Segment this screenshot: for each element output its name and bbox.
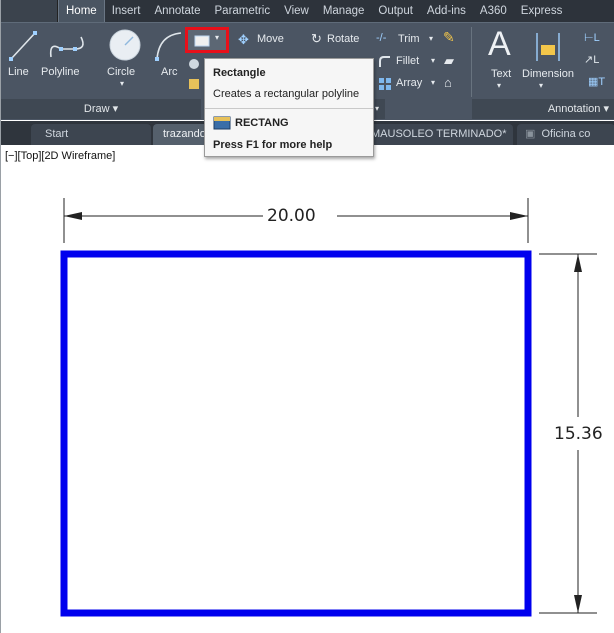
autocad-window: Home Insert Annotate Parametric View Man… [0, 0, 614, 633]
height-arrow-bottom [574, 595, 582, 613]
tooltip-title: Rectangle [213, 67, 266, 79]
annotation-panel-label[interactable]: Annotation ▾ [548, 103, 609, 115]
text-icon[interactable]: A [488, 25, 511, 64]
quick-access-area [1, 0, 58, 22]
drawing-canvas[interactable]: [−][Top][2D Wireframe] 20.00 15.36 [1, 145, 614, 633]
tab-parametric[interactable]: Parametric [208, 0, 278, 22]
leader-icon[interactable]: ↗L [584, 53, 599, 66]
rectangle-button[interactable]: ▾ [185, 27, 229, 53]
draw-panel-label[interactable]: Draw ▾ [84, 103, 118, 115]
circle-dropdown-chevron-icon[interactable]: ▾ [120, 79, 124, 88]
tooltip-command-name: RECTANG [235, 117, 289, 129]
tooltip-description: Creates a rectangular polyline [213, 88, 360, 100]
array-icon[interactable] [378, 77, 392, 91]
dimension-dropdown-chevron-icon[interactable]: ▾ [539, 81, 543, 90]
tab-annotate[interactable]: Annotate [147, 0, 207, 22]
width-arrow-left [64, 212, 82, 220]
rectangle-dropdown-chevron-icon[interactable]: ▾ [215, 33, 219, 42]
tab-add-ins[interactable]: Add-ins [420, 0, 473, 22]
text-button-label[interactable]: Text [491, 68, 511, 80]
dimension-icon[interactable] [533, 31, 563, 65]
offset-icon[interactable]: ⌂ [444, 75, 452, 90]
polyline-button-label[interactable]: Polyline [41, 66, 80, 78]
fillet-dropdown-chevron-icon[interactable]: ▾ [431, 56, 435, 65]
trazando-tab-label[interactable]: trazando [163, 128, 206, 140]
explode-icon[interactable]: ▰ [444, 53, 454, 69]
dimension-button-label[interactable]: Dimension [522, 68, 574, 80]
tab-home[interactable]: Home [58, 0, 105, 22]
circle-button-label[interactable]: Circle [107, 66, 135, 78]
modify-panel-chevron-icon[interactable]: ▾ [375, 99, 385, 119]
tooltip-divider [205, 108, 373, 109]
line-button-label[interactable]: Line [8, 66, 29, 78]
width-arrow-right [510, 212, 528, 220]
tab-insert[interactable]: Insert [105, 0, 148, 22]
erase-icon[interactable]: ✎ [443, 29, 455, 46]
tab-manage[interactable]: Manage [316, 0, 372, 22]
table-annotation-icon[interactable]: ▦T [588, 75, 605, 88]
line-icon[interactable] [7, 29, 39, 63]
panel-divider [471, 27, 472, 97]
command-icon [213, 116, 231, 130]
annotation-panel-title[interactable]: Annotation ▾ [472, 99, 614, 119]
lock-icon: ▣ [525, 128, 536, 140]
rotate-icon[interactable]: ↻ [311, 31, 322, 47]
table-icon[interactable] [187, 77, 201, 91]
hatch-icon[interactable] [187, 57, 201, 71]
oficina-tab-label[interactable]: Oficina co [541, 128, 590, 140]
fillet-icon[interactable] [378, 55, 392, 69]
tab-oficina[interactable]: ▣ Oficina co [517, 124, 614, 145]
text-dropdown-chevron-icon[interactable]: ▾ [497, 81, 501, 90]
arc-button-label[interactable]: Arc [161, 66, 178, 78]
linear-dimension-icon[interactable]: ⊢L [584, 31, 600, 44]
arc-icon[interactable] [153, 29, 183, 63]
start-tab-label[interactable]: Start [45, 128, 68, 140]
tab-a360[interactable]: A360 [473, 0, 514, 22]
rectangle-icon[interactable] [194, 34, 214, 48]
array-dropdown-chevron-icon[interactable]: ▾ [431, 78, 435, 87]
rectangle-tooltip: Rectangle Creates a rectangular polyline… [204, 58, 374, 157]
array-button-label[interactable]: Array [396, 77, 422, 89]
polyline-icon[interactable] [47, 31, 91, 63]
height-dimension-text: 15.36 [554, 424, 603, 444]
move-icon[interactable]: ✥ [238, 32, 249, 48]
width-dimension-text: 20.00 [267, 206, 316, 226]
circle-icon[interactable] [107, 27, 143, 63]
ribbon-tab-bar: Home Insert Annotate Parametric View Man… [1, 0, 614, 22]
tab-view[interactable]: View [277, 0, 316, 22]
drawn-rectangle [60, 250, 532, 617]
draw-panel-title[interactable]: Draw ▾ [1, 99, 201, 119]
trim-button-label[interactable]: Trim [398, 33, 420, 45]
mausoleo-tab-label[interactable]: MAUSOLEO TERMINADO* [371, 128, 507, 140]
tab-output[interactable]: Output [371, 0, 420, 22]
tooltip-help-text: Press F1 for more help [213, 139, 333, 151]
height-arrow-top [574, 254, 582, 272]
fillet-button-label[interactable]: Fillet [396, 55, 419, 67]
tab-start[interactable]: Start [31, 124, 151, 145]
trim-icon[interactable]: -/- [376, 32, 386, 44]
tab-express[interactable]: Express [514, 0, 570, 22]
tab-mausoleo[interactable]: MAUSOLEO TERMINADO* ✕ [361, 124, 513, 145]
move-button-label[interactable]: Move [257, 33, 284, 45]
trim-dropdown-chevron-icon[interactable]: ▾ [429, 34, 433, 43]
rotate-button-label[interactable]: Rotate [327, 33, 359, 45]
